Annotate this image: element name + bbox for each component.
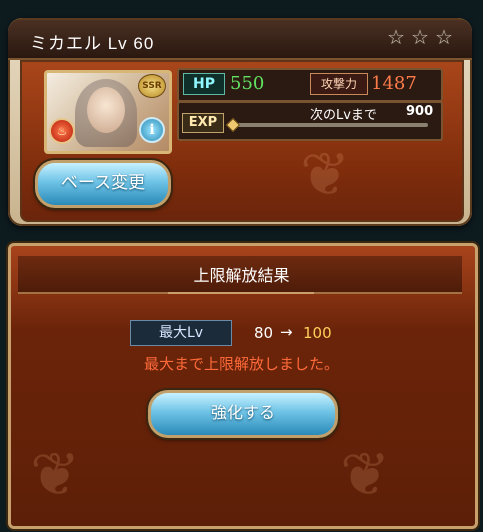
base-change-button[interactable]: ベース変更 xyxy=(35,160,171,208)
next-level-label: 次のLvまで xyxy=(310,108,377,123)
hp-value: 550 xyxy=(230,73,265,94)
new-max-level: 100 xyxy=(303,324,332,342)
star-icon: ☆ xyxy=(435,25,453,49)
ssr-badge: SSR xyxy=(138,74,166,98)
title-divider xyxy=(168,292,314,294)
portrait-face xyxy=(87,87,125,133)
decorative-swirl: ❦ xyxy=(30,440,81,510)
star-icon: ☆ xyxy=(411,25,429,49)
old-max-level: 80 xyxy=(254,324,274,342)
max-level-label: 最大Lv xyxy=(130,320,232,346)
info-icon[interactable]: i xyxy=(139,117,165,143)
decorative-swirl: ❦ xyxy=(300,140,351,210)
exp-label: EXP xyxy=(182,113,224,133)
arrow: → xyxy=(280,323,293,341)
decorative-swirl: ❦ xyxy=(340,440,391,510)
exp-bar xyxy=(230,123,428,127)
fire-element-icon: ♨ xyxy=(49,118,75,144)
result-message: 最大まで上限解放しました。 xyxy=(143,355,339,373)
attack-label: 攻撃力 xyxy=(310,73,368,95)
rarity-stars: ☆ ☆ ☆ xyxy=(387,27,455,47)
hp-label: HP xyxy=(183,73,225,95)
attack-value: 1487 xyxy=(371,73,417,94)
enhance-button[interactable]: 強化する xyxy=(148,390,338,438)
character-name-level: ミカエル Lv 60 xyxy=(30,34,155,53)
next-level-value: 900 xyxy=(406,104,434,119)
star-icon: ☆ xyxy=(387,25,405,49)
result-title: 上限解放結果 xyxy=(193,266,290,285)
